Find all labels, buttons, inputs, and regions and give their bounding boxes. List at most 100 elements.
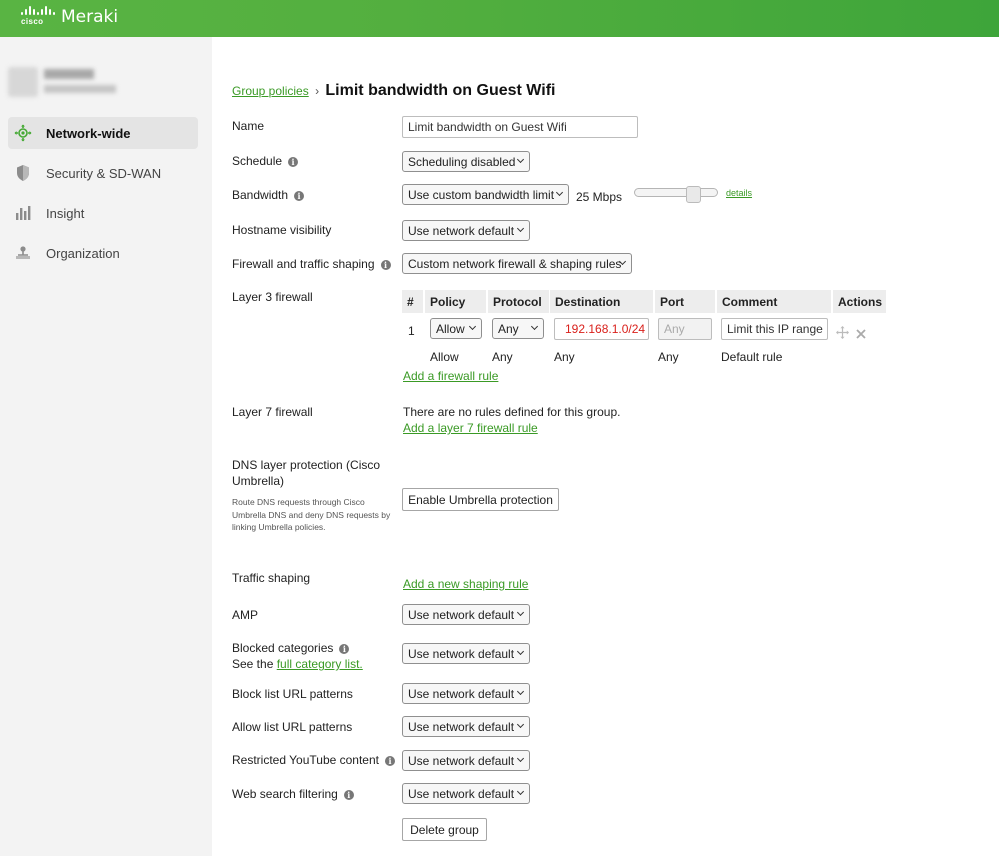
blocked-categories-select[interactable]: Use network default bbox=[402, 643, 530, 664]
chevron-down-icon bbox=[516, 787, 525, 796]
info-icon[interactable]: i bbox=[339, 644, 350, 654]
allow-list-label: Allow list URL patterns bbox=[232, 720, 353, 734]
schedule-label-text: Schedule bbox=[232, 154, 283, 168]
web-search-value: Use network default bbox=[408, 786, 515, 801]
page-title: Limit bandwidth on Guest Wifi bbox=[325, 82, 556, 99]
bandwidth-select[interactable]: Use custom bandwidth limit bbox=[402, 184, 569, 205]
add-layer7-rule-link[interactable]: Add a layer 7 firewall rule bbox=[403, 421, 538, 435]
default-rule-comment: Default rule bbox=[721, 350, 783, 364]
amp-value: Use network default bbox=[408, 607, 515, 622]
cisco-logo-icon: cisco bbox=[21, 6, 55, 26]
bandwidth-value: Use custom bandwidth limit bbox=[408, 187, 555, 202]
sidebar-item-label: Insight bbox=[46, 205, 85, 221]
youtube-label-text: Restricted YouTube content bbox=[232, 753, 379, 767]
breadcrumb: Group policies › Limit bandwidth on Gues… bbox=[232, 82, 555, 100]
name-input[interactable]: Limit bandwidth on Guest Wifi bbox=[402, 116, 638, 138]
youtube-select[interactable]: Use network default bbox=[402, 750, 530, 771]
sidebar-item-network-wide[interactable]: Network-wide bbox=[8, 117, 198, 149]
column-header-number: # bbox=[402, 290, 423, 313]
chevron-down-icon bbox=[516, 647, 525, 656]
youtube-value: Use network default bbox=[408, 753, 515, 768]
schedule-select[interactable]: Scheduling disabled bbox=[402, 151, 530, 172]
rule-comment-input[interactable]: Limit this IP range bbox=[721, 318, 828, 340]
web-search-select[interactable]: Use network default bbox=[402, 783, 530, 804]
blocked-categories-value: Use network default bbox=[408, 646, 515, 661]
layer7-empty-text: There are no rules defined for this grou… bbox=[403, 405, 621, 419]
bar-chart-icon bbox=[14, 204, 32, 222]
rule-policy-select[interactable]: Allow bbox=[430, 318, 482, 339]
info-icon[interactable]: i bbox=[343, 790, 354, 800]
default-rule-destination: Any bbox=[554, 350, 575, 364]
cisco-wordmark: cisco bbox=[21, 17, 44, 26]
default-rule-protocol: Any bbox=[492, 350, 513, 364]
bandwidth-slider-handle[interactable] bbox=[686, 186, 701, 203]
sidebar-item-label: Network-wide bbox=[46, 125, 131, 141]
organization-icon bbox=[14, 244, 32, 262]
add-shaping-rule-link[interactable]: Add a new shaping rule bbox=[403, 577, 528, 591]
layer7-firewall-label: Layer 7 firewall bbox=[232, 405, 313, 419]
web-search-label-text: Web search filtering bbox=[232, 787, 338, 801]
brand-name: Meraki bbox=[61, 7, 119, 27]
layer3-firewall-label: Layer 3 firewall bbox=[232, 290, 313, 304]
hostname-visibility-value: Use network default bbox=[408, 223, 515, 238]
breadcrumb-group-policies-link[interactable]: Group policies bbox=[232, 84, 309, 98]
chevron-down-icon bbox=[516, 720, 525, 729]
default-rule-policy: Allow bbox=[430, 350, 459, 364]
sidebar-item-label: Security & SD-WAN bbox=[46, 165, 162, 181]
amp-select[interactable]: Use network default bbox=[402, 604, 530, 625]
sidebar-item-organization[interactable]: Organization bbox=[8, 237, 198, 269]
schedule-value: Scheduling disabled bbox=[408, 154, 516, 169]
full-category-list-link[interactable]: full category list. bbox=[277, 657, 363, 671]
rule-destination-input[interactable]: 192.168.1.0/24 bbox=[554, 318, 649, 340]
blocked-categories-see: See the full category list. bbox=[232, 657, 363, 671]
sidebar-item-label: Organization bbox=[46, 245, 120, 261]
rule-protocol-select[interactable]: Any bbox=[492, 318, 544, 339]
name-label: Name bbox=[232, 119, 265, 133]
info-icon[interactable]: i bbox=[380, 260, 391, 270]
top-bar: cisco Meraki bbox=[0, 0, 999, 37]
chevron-down-icon bbox=[516, 155, 525, 164]
bandwidth-slider-track[interactable] bbox=[634, 188, 718, 197]
bandwidth-label-text: Bandwidth bbox=[232, 188, 289, 202]
delete-rule-icon[interactable] bbox=[856, 328, 866, 342]
info-icon[interactable]: i bbox=[294, 191, 305, 201]
info-icon[interactable]: i bbox=[385, 756, 395, 766]
youtube-label: Restricted YouTube content i bbox=[232, 753, 395, 767]
firewall-shaping-label: Firewall and traffic shaping i bbox=[232, 257, 391, 271]
network-wide-icon bbox=[14, 124, 32, 142]
avatar bbox=[8, 67, 38, 97]
see-the-text: See the bbox=[232, 657, 274, 671]
shield-icon bbox=[14, 164, 32, 182]
enable-umbrella-button[interactable]: Enable Umbrella protection bbox=[402, 488, 559, 511]
rule-policy-value: Allow bbox=[436, 321, 465, 336]
rule-protocol-value: Any bbox=[498, 321, 519, 336]
network-name-blurred bbox=[44, 85, 116, 93]
rule-port-input[interactable]: Any bbox=[658, 318, 712, 340]
allow-list-select[interactable]: Use network default bbox=[402, 716, 530, 737]
column-header-port: Port bbox=[655, 290, 715, 313]
schedule-label: Schedule i bbox=[232, 154, 299, 168]
sidebar-item-security-sd-wan[interactable]: Security & SD-WAN bbox=[8, 157, 198, 189]
bandwidth-details-link[interactable]: details bbox=[726, 188, 752, 198]
hostname-visibility-select[interactable]: Use network default bbox=[402, 220, 530, 241]
column-header-comment: Comment bbox=[717, 290, 831, 313]
bandwidth-rate: 25 Mbps bbox=[576, 190, 623, 204]
blocked-categories-label-text: Blocked categories bbox=[232, 641, 334, 655]
amp-label: AMP bbox=[232, 608, 259, 622]
allow-list-value: Use network default bbox=[408, 719, 515, 734]
block-list-select[interactable]: Use network default bbox=[402, 683, 530, 704]
rule-number: 1 bbox=[408, 324, 415, 338]
sidebar-item-insight[interactable]: Insight bbox=[8, 197, 198, 229]
info-icon[interactable]: i bbox=[288, 157, 299, 167]
column-header-protocol: Protocol bbox=[488, 290, 549, 313]
chevron-down-icon bbox=[468, 322, 477, 331]
sidebar: Network-wide Security & SD-WAN Insight O… bbox=[0, 37, 212, 856]
delete-group-button[interactable]: Delete group bbox=[402, 818, 487, 841]
breadcrumb-separator: › bbox=[315, 84, 320, 98]
meraki-logo[interactable]: cisco Meraki bbox=[21, 6, 118, 27]
org-name-blurred bbox=[44, 69, 94, 79]
drag-handle-icon[interactable] bbox=[836, 326, 849, 342]
firewall-shaping-select[interactable]: Custom network firewall & shaping rules bbox=[402, 253, 632, 274]
chevron-down-icon bbox=[516, 687, 525, 696]
add-firewall-rule-link[interactable]: Add a firewall rule bbox=[403, 369, 498, 383]
